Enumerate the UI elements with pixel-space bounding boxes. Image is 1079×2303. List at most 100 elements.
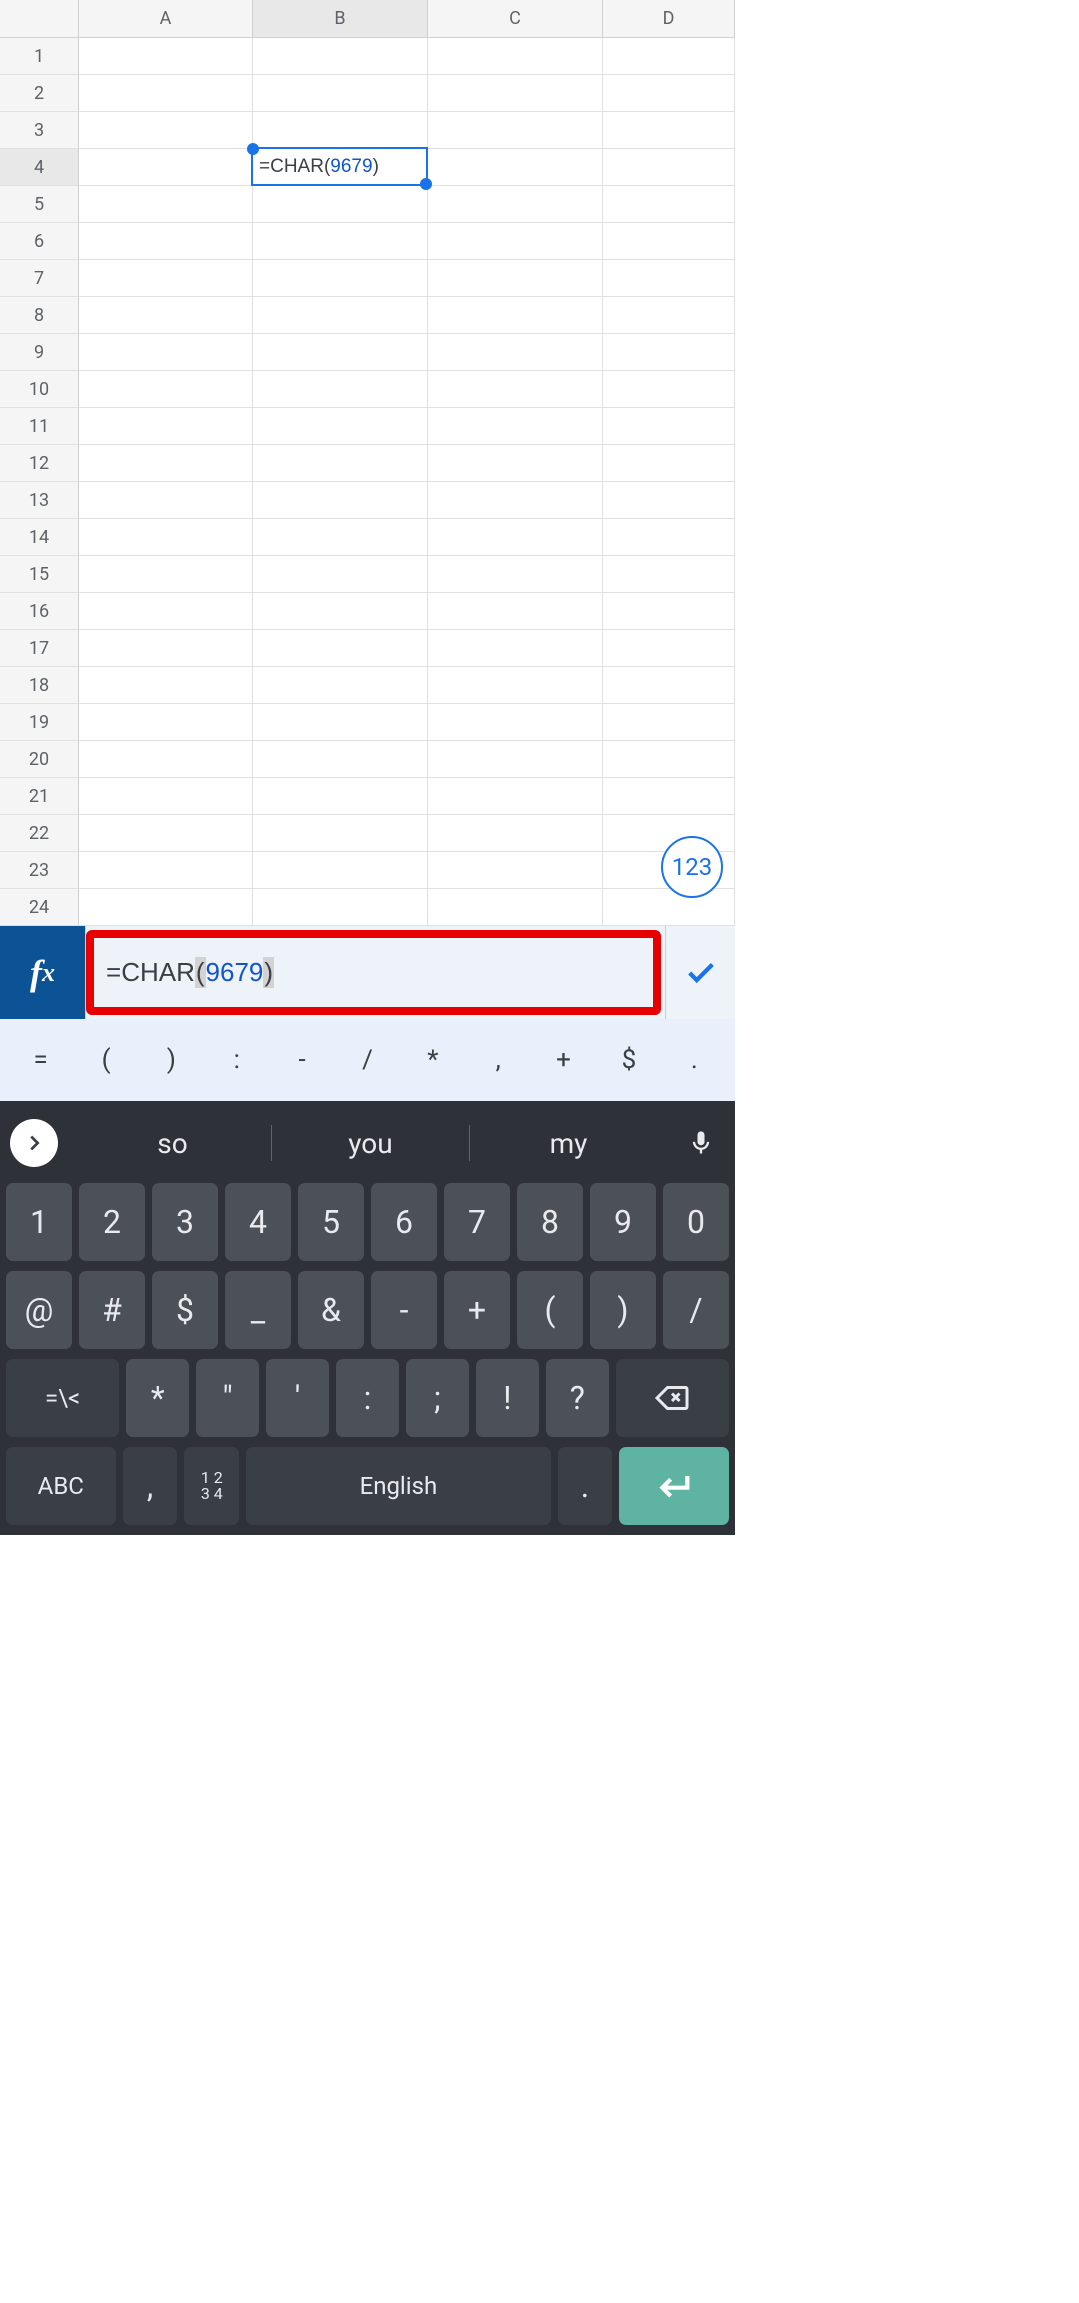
spacebar-key[interactable]: English bbox=[246, 1447, 550, 1525]
key[interactable]: 0 bbox=[663, 1183, 729, 1261]
cell[interactable] bbox=[428, 778, 603, 815]
cell[interactable] bbox=[428, 815, 603, 852]
symbols-shift-key[interactable]: =\< bbox=[6, 1359, 119, 1437]
spreadsheet-grid[interactable]: A B C D 12345678910111213141516171819202… bbox=[0, 0, 735, 926]
key[interactable]: ! bbox=[476, 1359, 539, 1437]
cell[interactable] bbox=[79, 186, 253, 223]
formula-input[interactable]: =CHAR(9679) bbox=[96, 939, 655, 1006]
cell[interactable] bbox=[428, 371, 603, 408]
cell[interactable] bbox=[428, 75, 603, 112]
key[interactable]: 4 bbox=[225, 1183, 291, 1261]
key[interactable]: & bbox=[298, 1271, 364, 1349]
symbol-key[interactable]: + bbox=[539, 1045, 589, 1075]
cell[interactable] bbox=[79, 75, 253, 112]
key[interactable]: 6 bbox=[371, 1183, 437, 1261]
cell[interactable] bbox=[603, 593, 735, 630]
cell[interactable] bbox=[428, 186, 603, 223]
key[interactable]: # bbox=[79, 1271, 145, 1349]
key[interactable]: _ bbox=[225, 1271, 291, 1349]
key[interactable]: ? bbox=[546, 1359, 609, 1437]
symbol-key[interactable]: = bbox=[16, 1045, 66, 1075]
cell[interactable] bbox=[79, 741, 253, 778]
symbol-key[interactable]: ( bbox=[81, 1045, 131, 1075]
key[interactable]: 7 bbox=[444, 1183, 510, 1261]
key[interactable]: : bbox=[336, 1359, 399, 1437]
numpad-toggle-button[interactable]: 123 bbox=[661, 836, 723, 898]
cell[interactable] bbox=[79, 630, 253, 667]
row-header[interactable]: 14 bbox=[0, 519, 79, 556]
cell[interactable] bbox=[603, 75, 735, 112]
col-header-a[interactable]: A bbox=[79, 0, 253, 37]
cell[interactable] bbox=[79, 815, 253, 852]
cell[interactable] bbox=[79, 482, 253, 519]
cell[interactable] bbox=[603, 630, 735, 667]
cell[interactable] bbox=[603, 741, 735, 778]
expand-keyboard-button[interactable] bbox=[10, 1119, 58, 1167]
cell[interactable] bbox=[79, 667, 253, 704]
cell[interactable] bbox=[603, 519, 735, 556]
cell[interactable] bbox=[603, 482, 735, 519]
backspace-key[interactable] bbox=[616, 1359, 729, 1437]
cell[interactable] bbox=[253, 741, 428, 778]
cell[interactable] bbox=[79, 297, 253, 334]
row-header[interactable]: 15 bbox=[0, 556, 79, 593]
cell[interactable] bbox=[428, 260, 603, 297]
key[interactable]: , bbox=[123, 1447, 178, 1525]
cell[interactable] bbox=[79, 112, 253, 149]
cell[interactable] bbox=[428, 223, 603, 260]
cell[interactable] bbox=[253, 704, 428, 741]
cell[interactable] bbox=[79, 704, 253, 741]
cell[interactable] bbox=[603, 149, 735, 186]
cell[interactable] bbox=[428, 445, 603, 482]
cell[interactable] bbox=[428, 630, 603, 667]
cell[interactable] bbox=[253, 223, 428, 260]
cell[interactable] bbox=[603, 445, 735, 482]
cell[interactable] bbox=[603, 38, 735, 75]
cell[interactable] bbox=[428, 482, 603, 519]
row-header[interactable]: 9 bbox=[0, 334, 79, 371]
key[interactable]: . bbox=[558, 1447, 613, 1525]
key[interactable]: 3 bbox=[152, 1183, 218, 1261]
row-header[interactable]: 23 bbox=[0, 852, 79, 889]
row-header[interactable]: 4 bbox=[0, 149, 79, 186]
suggestion-2[interactable]: you bbox=[274, 1127, 467, 1160]
row-header[interactable]: 13 bbox=[0, 482, 79, 519]
cell[interactable] bbox=[428, 38, 603, 75]
row-header[interactable]: 2 bbox=[0, 75, 79, 112]
row-header[interactable]: 21 bbox=[0, 778, 79, 815]
cell[interactable] bbox=[603, 667, 735, 704]
cell[interactable] bbox=[603, 260, 735, 297]
row-header[interactable]: 17 bbox=[0, 630, 79, 667]
cell[interactable] bbox=[79, 556, 253, 593]
cell[interactable] bbox=[253, 38, 428, 75]
row-header[interactable]: 5 bbox=[0, 186, 79, 223]
cell[interactable] bbox=[79, 408, 253, 445]
cell[interactable] bbox=[253, 778, 428, 815]
cell[interactable] bbox=[79, 778, 253, 815]
col-header-d[interactable]: D bbox=[603, 0, 735, 37]
cell[interactable] bbox=[428, 408, 603, 445]
cell[interactable] bbox=[603, 778, 735, 815]
cell[interactable] bbox=[79, 223, 253, 260]
symbol-key[interactable]: / bbox=[342, 1045, 392, 1075]
cell[interactable] bbox=[79, 593, 253, 630]
row-header[interactable]: 20 bbox=[0, 741, 79, 778]
suggestion-3[interactable]: my bbox=[472, 1127, 665, 1160]
cell[interactable] bbox=[253, 186, 428, 223]
key[interactable]: $ bbox=[152, 1271, 218, 1349]
row-header[interactable]: 11 bbox=[0, 408, 79, 445]
cell[interactable] bbox=[253, 482, 428, 519]
cell[interactable] bbox=[603, 371, 735, 408]
row-header[interactable]: 7 bbox=[0, 260, 79, 297]
cell[interactable] bbox=[253, 593, 428, 630]
numpad-key[interactable]: 1 23 4 bbox=[184, 1447, 239, 1525]
row-header[interactable]: 18 bbox=[0, 667, 79, 704]
cell[interactable] bbox=[428, 889, 603, 926]
cell[interactable] bbox=[428, 149, 603, 186]
key[interactable]: " bbox=[196, 1359, 259, 1437]
voice-input-button[interactable] bbox=[677, 1129, 725, 1157]
cell[interactable] bbox=[428, 741, 603, 778]
cell[interactable] bbox=[428, 112, 603, 149]
cell[interactable] bbox=[428, 593, 603, 630]
row-header[interactable]: 8 bbox=[0, 297, 79, 334]
